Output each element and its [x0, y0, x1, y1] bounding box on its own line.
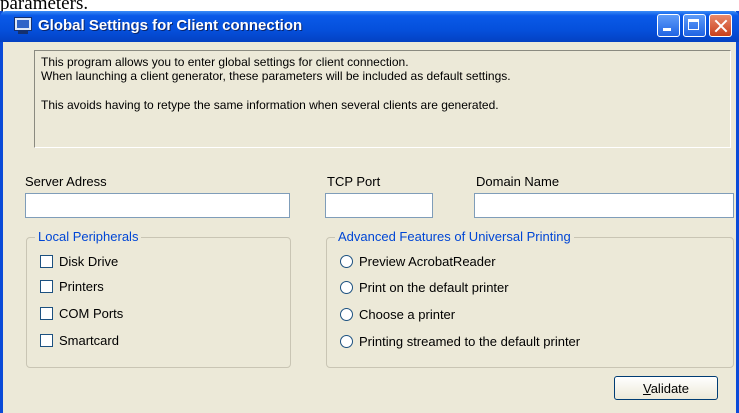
window-title: Global Settings for Client connection: [38, 17, 303, 34]
smartcard-label: Smartcard: [59, 333, 119, 348]
server-address-input[interactable]: [25, 193, 290, 218]
monitor-stand-icon: [18, 31, 28, 34]
choose-printer-label: Choose a printer: [359, 307, 456, 322]
preview-acrobat-label: Preview AcrobatReader: [359, 254, 496, 269]
info-line-1: This program allows you to enter global …: [41, 55, 409, 69]
info-line-3: This avoids having to retype the same in…: [41, 98, 499, 112]
printers-label: Printers: [59, 279, 104, 294]
server-address-label: Server Adress: [25, 174, 107, 189]
radio-circle[interactable]: [340, 281, 353, 294]
checkbox-box[interactable]: [40, 334, 53, 347]
close-button[interactable]: [709, 14, 732, 37]
minimize-button[interactable]: [657, 14, 680, 37]
validate-button[interactable]: Validate: [614, 376, 718, 400]
domain-name-label: Domain Name: [476, 174, 560, 189]
tcp-port-label: TCP Port: [327, 174, 381, 189]
disk-drive-label: Disk Drive: [59, 254, 119, 269]
radio-circle[interactable]: [340, 255, 353, 268]
validate-accelerator: V: [642, 380, 651, 396]
local-peripherals-group: Local Peripherals Disk Drive Printers CO…: [26, 229, 291, 368]
radio-circle[interactable]: [340, 308, 353, 321]
info-line-2: When launching a client generator, these…: [41, 69, 511, 83]
tcp-port-input[interactable]: [325, 193, 433, 218]
printing-streamed-label: Printing streamed to the default printer: [359, 334, 581, 349]
maximize-button[interactable]: [683, 14, 706, 37]
checkbox-box[interactable]: [40, 255, 53, 268]
com-ports-label: COM Ports: [59, 306, 124, 321]
radio-circle[interactable]: [340, 335, 353, 348]
universal-printing-legend: Advanced Features of Universal Printing: [335, 229, 574, 245]
universal-printing-group: Advanced Features of Universal Printing …: [326, 229, 734, 368]
checkbox-box[interactable]: [40, 307, 53, 320]
domain-name-input[interactable]: [474, 193, 734, 218]
local-peripherals-legend: Local Peripherals: [35, 229, 142, 245]
monitor-icon: [14, 17, 32, 31]
validate-label: alidate: [650, 380, 690, 396]
print-default-printer-label: Print on the default printer: [359, 280, 509, 295]
checkbox-box[interactable]: [40, 280, 53, 293]
info-panel: This program allows you to enter global …: [34, 50, 731, 148]
